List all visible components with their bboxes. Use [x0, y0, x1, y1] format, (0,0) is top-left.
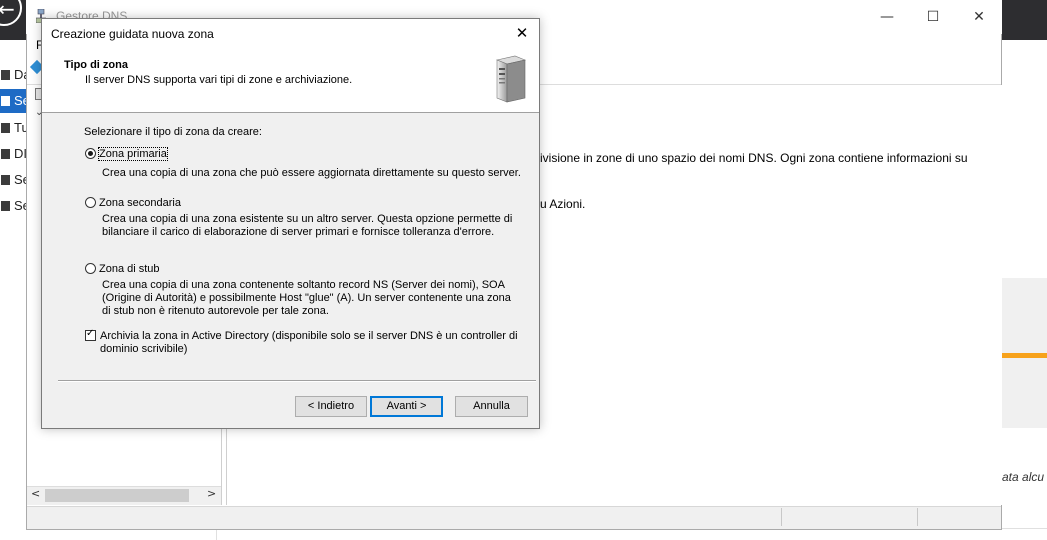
checkbox-checked-icon[interactable]	[85, 328, 96, 341]
orange-accent-bar	[1002, 353, 1047, 358]
services-icon	[1, 175, 10, 185]
services-icon	[1, 201, 10, 211]
maximize-button[interactable]: ☐	[910, 6, 956, 30]
server-tower-icon	[495, 55, 527, 103]
sidebar-item-dns[interactable]: DI	[0, 142, 26, 166]
dns-statusbar	[27, 506, 1001, 529]
sidebar-item-local-server[interactable]: Se	[0, 89, 26, 113]
scrollbar-thumb[interactable]	[45, 489, 189, 502]
ad-integrated-label[interactable]: Archivia la zona in Active Directory (di…	[100, 330, 520, 356]
primary-zone-description: Crea una copia di una zona che può esser…	[102, 167, 521, 179]
radio-label[interactable]: Zona primaria	[98, 147, 168, 161]
secondary-zone-description: Crea una copia di una zona esistente su …	[102, 213, 513, 238]
wizard-separator	[58, 380, 536, 382]
dns-icon	[1, 149, 10, 159]
status-divider	[781, 508, 782, 526]
servers-icon	[1, 123, 10, 133]
wizard-step-title: Tipo di zona	[64, 59, 128, 71]
radio-label[interactable]: Zona secondaria	[99, 197, 181, 209]
stub-zone-description: Crea una copia di una zona contenente so…	[102, 279, 511, 317]
background-italic-text: ata alcu	[1002, 470, 1045, 484]
sidebar-item-dashboard[interactable]: Da	[0, 63, 26, 87]
radio-checked-icon[interactable]	[85, 148, 96, 159]
radio-unchecked-icon[interactable]	[85, 197, 96, 208]
sidebar-item-services-2[interactable]: Se	[0, 194, 26, 218]
status-divider	[917, 508, 918, 526]
server-icon	[1, 96, 10, 106]
radio-secondary-zone[interactable]: Zona secondaria	[85, 197, 181, 209]
radio-stub-zone[interactable]: Zona di stub	[85, 263, 160, 275]
wizard-close-button[interactable]: ✕	[508, 22, 536, 44]
zone-type-prompt: Selezionare il tipo di zona da creare:	[84, 126, 262, 138]
cancel-button[interactable]: Annulla	[455, 396, 528, 417]
dns-content-text: ivisione in zone di uno spazio dei nomi …	[540, 151, 968, 165]
radio-unchecked-icon[interactable]	[85, 263, 96, 274]
scroll-right-icon[interactable]: >	[207, 487, 216, 500]
dashboard-icon	[1, 70, 10, 80]
scroll-left-icon[interactable]: <	[31, 487, 40, 500]
sidebar-item-all-servers[interactable]: Tu	[0, 116, 26, 140]
ad-integrated-checkbox[interactable]	[85, 328, 99, 342]
back-button[interactable]: < Indietro	[295, 396, 367, 417]
wizard-title: Creazione guidata nuova zona	[51, 27, 214, 41]
minimize-button[interactable]: —	[864, 6, 910, 30]
sidebar-item-services-1[interactable]: Se	[0, 168, 26, 192]
wizard-step-subtitle: Il server DNS supporta vari tipi di zone…	[85, 74, 353, 86]
next-button[interactable]: Avanti >	[370, 396, 443, 417]
radio-primary-zone[interactable]: Zona primaria	[85, 147, 168, 161]
window-close-button[interactable]: ✕	[956, 6, 1002, 30]
dns-content-text: u Azioni.	[540, 197, 586, 211]
server-manager-sidebar	[0, 40, 26, 540]
radio-label[interactable]: Zona di stub	[99, 263, 160, 275]
